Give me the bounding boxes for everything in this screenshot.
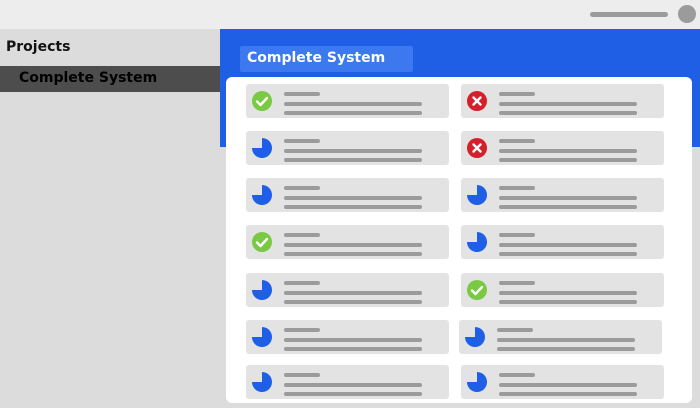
- progress-pie-icon: [251, 137, 273, 159]
- close-icon: [466, 137, 488, 159]
- task-item[interactable]: [246, 131, 449, 165]
- task-text-placeholder: [284, 102, 422, 106]
- sidebar-item-complete-system[interactable]: Complete System: [0, 66, 220, 92]
- task-text-placeholder: [499, 186, 535, 190]
- task-text-placeholder: [284, 158, 422, 162]
- task-item[interactable]: [246, 225, 449, 259]
- task-text-placeholder: [284, 392, 422, 396]
- task-text-placeholder: [284, 186, 320, 190]
- task-item[interactable]: [246, 178, 449, 212]
- close-icon: [466, 90, 488, 112]
- task-text-placeholder: [284, 149, 422, 153]
- task-text-placeholder: [284, 281, 320, 285]
- task-text-placeholder: [499, 139, 535, 143]
- task-item[interactable]: [459, 320, 662, 354]
- task-text-placeholder: [284, 291, 422, 295]
- task-text-placeholder: [499, 233, 535, 237]
- task-item[interactable]: [246, 84, 449, 118]
- task-text-placeholder: [284, 328, 320, 332]
- task-text-placeholder: [284, 252, 422, 256]
- task-text-placeholder: [499, 205, 637, 209]
- task-text-placeholder: [284, 300, 422, 304]
- sidebar-item-label: Complete System: [19, 70, 158, 86]
- task-text-placeholder: [499, 111, 637, 115]
- progress-pie-icon: [466, 231, 488, 253]
- progress-pie-icon: [251, 371, 273, 393]
- task-item[interactable]: [461, 131, 664, 165]
- task-item[interactable]: [461, 178, 664, 212]
- progress-pie-icon: [466, 184, 488, 206]
- task-text-placeholder: [284, 205, 422, 209]
- avatar[interactable]: [678, 5, 696, 23]
- task-item[interactable]: [461, 84, 664, 118]
- task-text-placeholder: [284, 338, 422, 342]
- task-text-placeholder: [499, 92, 535, 96]
- sidebar: Projects Complete System: [0, 29, 220, 408]
- check-icon: [466, 279, 488, 301]
- task-text-placeholder: [499, 281, 535, 285]
- task-item[interactable]: [246, 273, 449, 307]
- task-text-placeholder: [499, 300, 637, 304]
- progress-pie-icon: [251, 326, 273, 348]
- task-item[interactable]: [246, 320, 449, 354]
- task-text-placeholder: [499, 243, 637, 247]
- task-text-placeholder: [499, 392, 637, 396]
- task-text-placeholder: [284, 196, 422, 200]
- top-bar: [0, 0, 700, 29]
- progress-pie-icon: [251, 184, 273, 206]
- task-item[interactable]: [461, 365, 664, 399]
- task-text-placeholder: [499, 291, 637, 295]
- task-text-placeholder: [284, 233, 320, 237]
- task-text-placeholder: [497, 338, 635, 342]
- task-text-placeholder: [284, 373, 320, 377]
- task-text-placeholder: [284, 347, 422, 351]
- task-text-placeholder: [497, 347, 635, 351]
- task-item[interactable]: [461, 225, 664, 259]
- task-item[interactable]: [461, 273, 664, 307]
- task-text-placeholder: [499, 149, 637, 153]
- progress-pie-icon: [464, 326, 486, 348]
- task-text-placeholder: [284, 243, 422, 247]
- task-text-placeholder: [284, 139, 320, 143]
- menu-line-icon[interactable]: [590, 12, 668, 17]
- task-text-placeholder: [284, 92, 320, 96]
- page-title-text: Complete System: [247, 50, 386, 66]
- task-text-placeholder: [499, 383, 637, 387]
- task-text-placeholder: [499, 373, 535, 377]
- check-icon: [251, 231, 273, 253]
- check-icon: [251, 90, 273, 112]
- page-title: Complete System: [240, 46, 413, 72]
- sidebar-heading: Projects: [6, 39, 71, 55]
- task-item[interactable]: [246, 365, 449, 399]
- task-text-placeholder: [284, 111, 422, 115]
- progress-pie-icon: [251, 279, 273, 301]
- progress-pie-icon: [466, 371, 488, 393]
- task-text-placeholder: [499, 196, 637, 200]
- task-text-placeholder: [499, 102, 637, 106]
- task-text-placeholder: [284, 383, 422, 387]
- task-text-placeholder: [497, 328, 533, 332]
- task-text-placeholder: [499, 252, 637, 256]
- task-text-placeholder: [499, 158, 637, 162]
